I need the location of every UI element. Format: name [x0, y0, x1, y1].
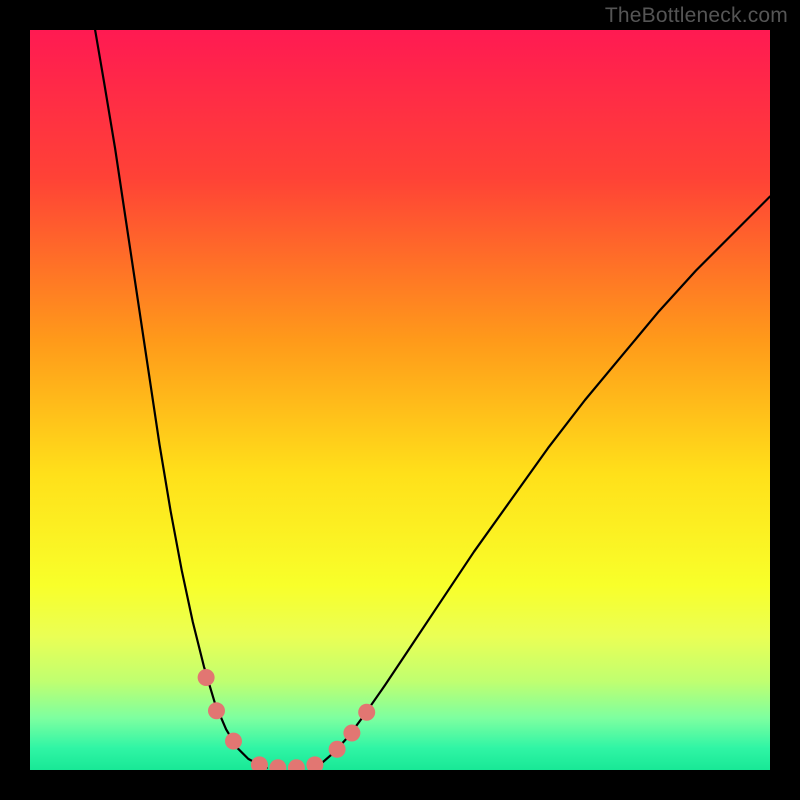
- curve-right-branch: [311, 197, 770, 768]
- data-marker: [198, 669, 215, 686]
- plot-area: [30, 30, 770, 770]
- watermark-text: TheBottleneck.com: [605, 4, 788, 28]
- data-marker: [329, 741, 346, 758]
- curve-left-branch: [95, 30, 267, 768]
- data-marker: [208, 702, 225, 719]
- data-marker: [358, 704, 375, 721]
- chart-frame: TheBottleneck.com: [0, 0, 800, 800]
- data-marker: [343, 725, 360, 742]
- data-marker: [225, 733, 242, 750]
- data-marker: [288, 759, 305, 770]
- curve-layer: [30, 30, 770, 770]
- data-marker: [251, 756, 268, 770]
- data-marker: [306, 756, 323, 770]
- data-marker: [269, 759, 286, 770]
